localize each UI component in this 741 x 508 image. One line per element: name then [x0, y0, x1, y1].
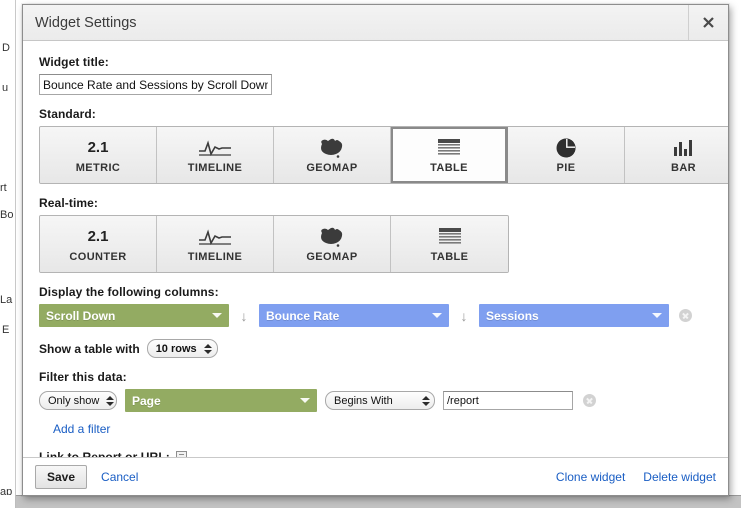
realtime-option-label: GEOMAP [306, 250, 358, 263]
rows-row: Show a table with 10 rows [39, 339, 712, 358]
bg-text: rt [0, 182, 7, 194]
chevron-down-icon [652, 313, 662, 318]
realtime-option-geomap[interactable]: GEOMAP [274, 216, 391, 272]
column-value: Scroll Down [46, 308, 116, 323]
filter-mode-value: Only show [48, 394, 100, 407]
delete-widget-link[interactable]: Delete widget [643, 470, 716, 484]
bg-text: E [2, 324, 10, 336]
counter-icon: 2.1 [87, 227, 109, 245]
column-dropdown-dimension[interactable]: Scroll Down [39, 304, 229, 327]
filter-match-select[interactable]: Begins With [325, 391, 435, 410]
column-dropdown-metric-1[interactable]: Bounce Rate [259, 304, 449, 327]
stepper-icon [421, 395, 430, 406]
filter-label: Filter this data: [39, 370, 127, 384]
realtime-option-label: TABLE [430, 250, 469, 263]
standard-type-group: 2.1 METRIC TIMELINE GEOMAP TABLE PIE BAR [39, 126, 728, 184]
down-arrow-icon: ↓ [460, 307, 468, 324]
stepper-icon [106, 395, 115, 406]
add-filter-link[interactable]: Add a filter [53, 422, 110, 436]
standard-option-bar[interactable]: BAR [625, 127, 728, 183]
chevron-down-icon [212, 313, 222, 318]
stepper-icon [204, 343, 213, 354]
filter-value-input[interactable] [443, 391, 573, 410]
remove-column-icon[interactable] [679, 309, 692, 322]
widget-title-input[interactable] [39, 74, 272, 95]
page-title: Widget Settings [35, 14, 137, 31]
realtime-option-label: COUNTER [69, 250, 127, 263]
filter-mode-select[interactable]: Only show [39, 391, 117, 410]
pie-icon [555, 137, 577, 159]
standard-option-timeline[interactable]: TIMELINE [157, 127, 274, 183]
cancel-link[interactable]: Cancel [101, 470, 138, 484]
standard-option-metric[interactable]: 2.1 METRIC [40, 127, 157, 183]
link-to-report-label: Link to Report or URL: [39, 450, 170, 457]
realtime-label: Real-time: [39, 196, 99, 210]
dialog-footer: Save Cancel Clone widget Delete widget [23, 457, 728, 495]
standard-option-label: PIE [556, 161, 576, 174]
standard-option-label: METRIC [75, 161, 121, 174]
table-icon [438, 226, 462, 248]
clone-widget-link[interactable]: Clone widget [556, 470, 625, 484]
realtime-option-label: TIMELINE [187, 250, 243, 263]
standard-option-label: TABLE [430, 161, 468, 174]
table-icon [437, 137, 461, 159]
bg-column-divider [15, 0, 16, 508]
rows-count-select[interactable]: 10 rows [146, 339, 218, 358]
standard-option-pie[interactable]: PIE [508, 127, 625, 183]
remove-filter-icon[interactable] [583, 394, 596, 407]
standard-option-label: BAR [670, 161, 697, 174]
standard-option-label: TIMELINE [187, 161, 243, 174]
columns-label: Display the following columns: [39, 285, 219, 299]
link-to-report-label-row: Link to Report or URL: [39, 450, 712, 457]
rows-label: Show a table with [39, 341, 140, 356]
close-icon[interactable] [688, 5, 728, 40]
geomap-icon [317, 137, 347, 159]
rows-count-value: 10 rows [155, 342, 197, 355]
geomap-icon [317, 226, 347, 248]
dialog-body: Widget title: Standard: 2.1 METRIC TIMEL… [23, 41, 728, 457]
filter-field-value: Page [132, 393, 161, 408]
save-button[interactable]: Save [35, 464, 88, 489]
column-value: Sessions [486, 308, 539, 323]
widget-title-label: Widget title: [39, 55, 109, 69]
bg-text: D [2, 42, 10, 54]
bg-text: Bo [0, 209, 14, 221]
bg-text: u [2, 82, 9, 94]
widget-settings-dialog: Widget Settings Widget title: Standard: … [22, 4, 729, 496]
timeline-icon [198, 226, 232, 248]
filter-field-dropdown[interactable]: Page [125, 389, 317, 412]
bg-footer-band-left [0, 495, 16, 508]
column-value: Bounce Rate [266, 308, 340, 323]
down-arrow-icon: ↓ [240, 307, 248, 324]
realtime-type-group: 2.1 COUNTER TIMELINE GEOMAP TABLE [39, 215, 509, 273]
timeline-icon [198, 137, 232, 159]
standard-option-table[interactable]: TABLE [391, 127, 508, 183]
columns-row: Scroll Down ↓ Bounce Rate ↓ Sessions [39, 304, 712, 327]
bar-icon [672, 137, 696, 159]
realtime-option-timeline[interactable]: TIMELINE [157, 216, 274, 272]
dialog-header: Widget Settings [23, 5, 728, 41]
filter-row: Only show Page Begins With [39, 389, 712, 412]
filter-match-value: Begins With [334, 394, 393, 407]
chevron-down-icon [432, 313, 442, 318]
standard-label: Standard: [39, 107, 96, 121]
column-dropdown-metric-2[interactable]: Sessions [479, 304, 669, 327]
realtime-option-counter[interactable]: 2.1 COUNTER [40, 216, 157, 272]
bg-footer-band [0, 495, 741, 508]
standard-option-geomap[interactable]: GEOMAP [274, 127, 391, 183]
realtime-option-table[interactable]: TABLE [391, 216, 508, 272]
chevron-down-icon [300, 398, 310, 403]
bg-text: La [0, 294, 13, 306]
metric-icon: 2.1 [87, 138, 109, 156]
standard-option-label: GEOMAP [306, 161, 358, 174]
report-picker-icon[interactable] [175, 450, 187, 457]
